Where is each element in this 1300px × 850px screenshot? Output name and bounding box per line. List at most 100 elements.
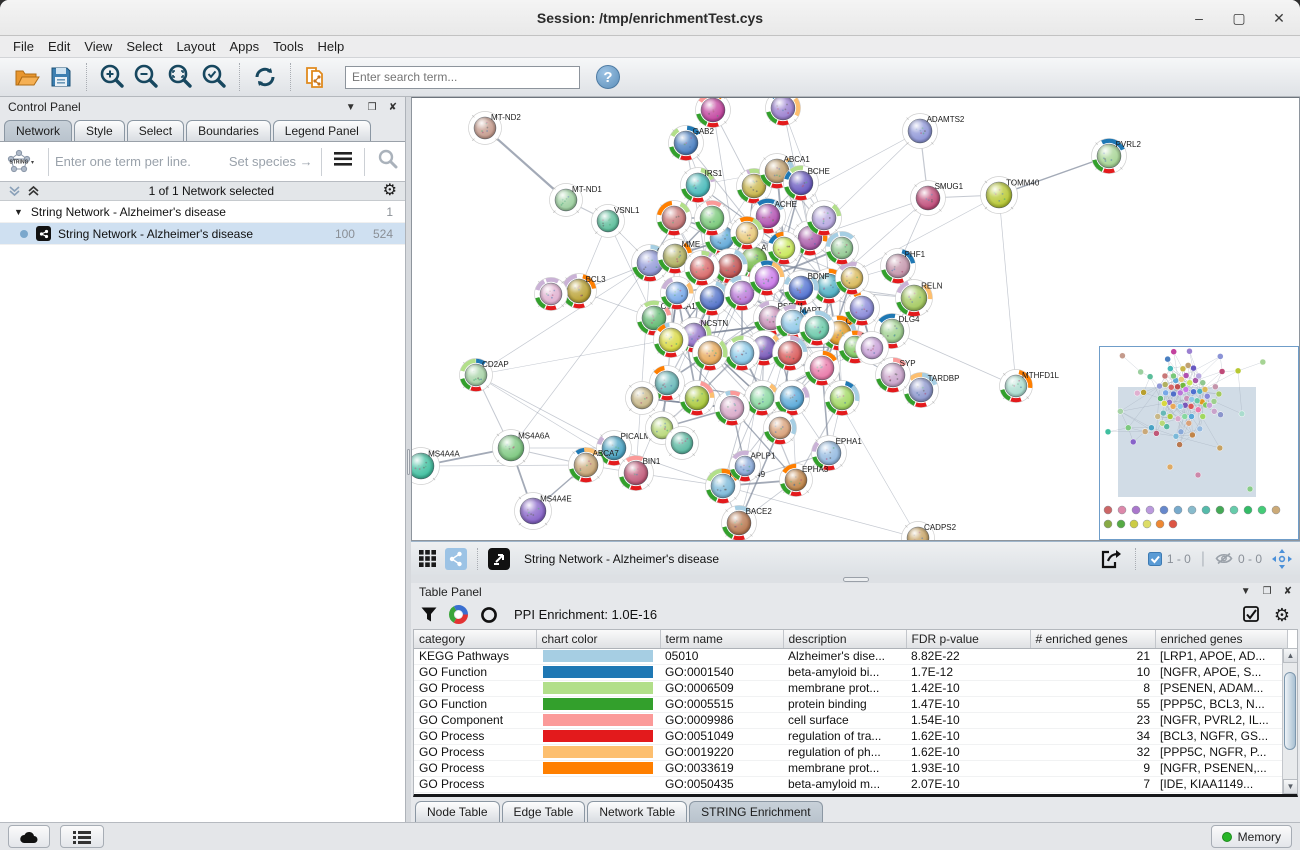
set-species-link[interactable]: Set species → [229, 154, 313, 169]
close-button[interactable]: ✕ [1272, 10, 1286, 27]
protein-node-reln[interactable]: RELN [896, 280, 943, 317]
protein-node-irs1[interactable]: IRS1 [681, 168, 723, 203]
table-row[interactable]: GO ProcessGO:0019220regulation of ph...1… [414, 744, 1287, 760]
network-panel-gear-icon[interactable]: ⚙ [383, 183, 397, 199]
navigator-icon[interactable] [1272, 549, 1292, 569]
protein-node[interactable] [695, 281, 730, 316]
protein-node-bace2[interactable]: BACE2 [722, 506, 773, 541]
protein-node[interactable] [666, 427, 699, 460]
expand-all-icon[interactable] [8, 185, 21, 197]
protein-node-bche[interactable]: BCHE [784, 166, 830, 201]
table-row[interactable]: KEGG Pathways05010Alzheimer's dise...8.8… [414, 648, 1287, 664]
collapse-all-icon[interactable] [27, 185, 40, 197]
menu-view[interactable]: View [77, 37, 119, 56]
share-view-icon[interactable] [445, 548, 467, 570]
column-header-term-name[interactable]: term name [660, 630, 783, 648]
table-row[interactable]: GO ComponentGO:0009986cell surface1.54E-… [414, 712, 1287, 728]
string-source-selector[interactable]: STRING [0, 149, 42, 175]
protein-node[interactable] [657, 201, 692, 236]
protein-node[interactable] [695, 201, 730, 236]
panel-splitter-horizontal[interactable] [411, 575, 1300, 583]
tab-select[interactable]: Select [127, 120, 184, 141]
protein-node-vsnl1[interactable]: VSNL1 [592, 205, 640, 238]
zoom-out-button[interactable] [131, 62, 161, 92]
task-history-button[interactable] [60, 825, 104, 848]
save-session-button[interactable] [46, 62, 76, 92]
table-panel-close-icon[interactable]: ✘ [1284, 586, 1292, 597]
scroll-down-icon[interactable]: ▼ [1283, 779, 1298, 794]
protein-node[interactable] [693, 336, 728, 371]
protein-node[interactable] [661, 277, 694, 310]
protein-node-mthfd1l[interactable]: MTHFD1L [1000, 370, 1060, 403]
open-session-button[interactable] [12, 62, 42, 92]
column-header-FDR-p-value[interactable]: FDR p-value [906, 630, 1030, 648]
protein-node[interactable] [800, 311, 835, 346]
zoom-fit-button[interactable] [165, 62, 195, 92]
network-row-selected[interactable]: String Network - Alzheimer's disease 100… [0, 223, 405, 245]
table-row[interactable]: GO ProcessGO:0033619membrane prot...1.93… [414, 760, 1287, 776]
zoom-selected-button[interactable] [199, 62, 229, 92]
protein-node[interactable] [654, 323, 689, 358]
tab-style[interactable]: Style [74, 120, 125, 141]
protein-node[interactable] [766, 98, 801, 126]
protein-node-smug1[interactable]: SMUG1 [911, 181, 964, 216]
protein-node[interactable] [826, 232, 859, 265]
table-row[interactable]: GO FunctionGO:0005515protein binding1.47… [414, 696, 1287, 712]
search-input[interactable] [345, 66, 580, 89]
protein-node[interactable] [725, 336, 760, 371]
column-header-category[interactable]: category [414, 630, 536, 648]
panel-float-icon[interactable]: ❒ [368, 102, 377, 113]
protein-node[interactable] [626, 382, 659, 415]
column-header--enriched-genes[interactable]: # enriched genes [1030, 630, 1155, 648]
detach-view-icon[interactable] [488, 548, 510, 570]
clone-network-button[interactable] [301, 62, 331, 92]
protein-node-pvrl2[interactable]: PVRL2 [1092, 139, 1142, 174]
protein-node-phf1[interactable]: PHF1 [881, 249, 926, 284]
select-all-checkbox-icon[interactable] [1243, 606, 1260, 623]
menu-layout[interactable]: Layout [169, 37, 222, 56]
memory-button[interactable]: Memory [1211, 825, 1292, 848]
table-panel-menu-icon[interactable]: ▼ [1241, 586, 1251, 597]
zoom-in-button[interactable] [97, 62, 127, 92]
tab-edge-table[interactable]: Edge Table [502, 801, 586, 822]
menu-file[interactable]: File [6, 37, 41, 56]
protein-node[interactable] [805, 351, 840, 386]
collapse-arrow-icon[interactable]: ▼ [14, 207, 23, 217]
table-row[interactable]: GO ProcessGO:0006509membrane prot...1.42… [414, 680, 1287, 696]
reset-colors-icon[interactable] [480, 606, 498, 624]
table-settings-gear-icon[interactable]: ⚙ [1274, 606, 1290, 624]
protein-node-bcl3[interactable]: BCL3 [562, 274, 607, 309]
column-header-enriched-genes[interactable]: enriched genes [1155, 630, 1287, 648]
menu-help[interactable]: Help [311, 37, 352, 56]
protein-node-tardbp[interactable]: TARDBP [904, 373, 960, 408]
protein-node-tomm40[interactable]: TOMM40 [981, 177, 1040, 214]
protein-node-ms4a4e[interactable]: MS4A4E [515, 493, 572, 530]
protein-node-cd2ap[interactable]: CD2AP [460, 359, 509, 392]
network-canvas[interactable]: MT-ND2MT-ND1VSNL1GAB2ADAMTS2SMUG1TOMM40P… [411, 97, 1300, 541]
protein-node[interactable] [807, 201, 842, 236]
network-collection-row[interactable]: ▼ String Network - Alzheimer's disease 1 [0, 201, 405, 223]
tab-network[interactable]: Network [4, 120, 72, 141]
menu-apps[interactable]: Apps [223, 37, 267, 56]
protein-node[interactable] [768, 232, 801, 265]
menu-edit[interactable]: Edit [41, 37, 77, 56]
column-header-chart-color[interactable]: chart color [536, 630, 660, 648]
protein-node[interactable] [773, 336, 808, 371]
protein-node[interactable] [845, 291, 880, 326]
protein-node[interactable] [535, 278, 568, 311]
string-query-input[interactable]: Enter one term per line. Set species → [55, 154, 315, 169]
cloud-tasks-button[interactable] [8, 825, 50, 848]
protein-node-mt-nd2[interactable]: MT-ND2 [469, 112, 522, 145]
protein-node-epha3[interactable]: EPHA3 [780, 464, 829, 497]
table-panel-float-icon[interactable]: ❒ [1263, 586, 1272, 597]
protein-node[interactable] [825, 381, 860, 416]
string-search-button[interactable] [371, 149, 405, 174]
protein-node[interactable] [750, 261, 785, 296]
protein-node[interactable] [680, 381, 715, 416]
filter-icon[interactable] [421, 607, 437, 622]
protein-node-cadps2[interactable]: CADPS2 [902, 522, 957, 542]
menu-select[interactable]: Select [119, 37, 169, 56]
maximize-button[interactable]: ▢ [1232, 10, 1246, 27]
tab-string-enrichment[interactable]: STRING Enrichment [689, 801, 822, 822]
menu-tools[interactable]: Tools [266, 37, 310, 56]
